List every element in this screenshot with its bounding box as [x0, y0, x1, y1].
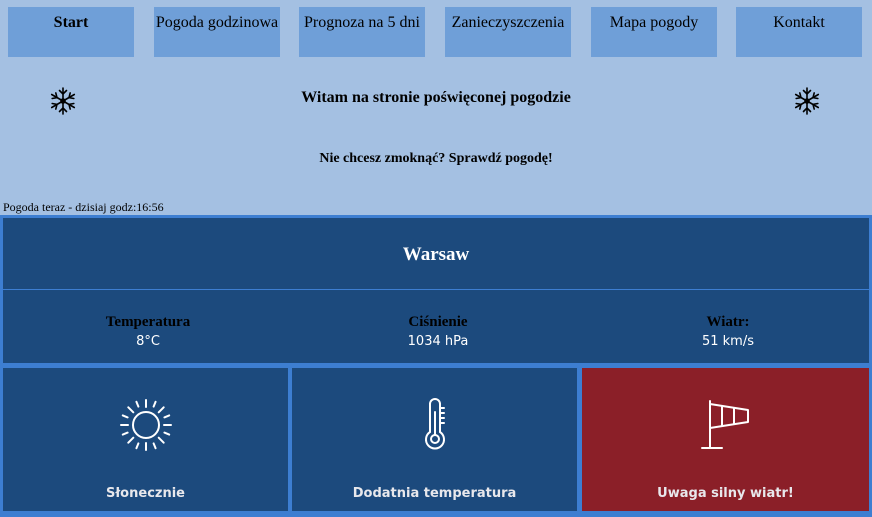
pressure-stat: Ciśnienie 1034 hPa — [293, 314, 583, 349]
sunny-label: Słonecznie — [106, 486, 185, 501]
nav-weather-map[interactable]: Mapa pogody — [591, 7, 717, 57]
wind-value: 51 km/s — [701, 334, 755, 349]
wind-stat: Wiatr: 51 km/s — [583, 314, 872, 349]
sunny-card: Słonecznie — [0, 365, 291, 514]
city-name: Warsaw — [402, 244, 470, 265]
temperature-label: Temperatura — [105, 314, 191, 330]
positive-temperature-card: Dodatnia temperatura — [289, 365, 580, 514]
strong-wind-warning-label: Uwaga silny wiatr! — [657, 486, 794, 501]
pressure-value: 1034 hPa — [407, 334, 469, 349]
positive-temperature-label: Dodatnia temperatura — [352, 486, 517, 501]
welcome-heading: Witam na stronie poświęconej pogodzie — [301, 89, 571, 106]
nav-contact[interactable]: Kontakt — [736, 7, 862, 57]
main-nav: Start Pogoda godzinowa Prognoza na 5 dni… — [0, 7, 872, 57]
nav-hourly-weather[interactable]: Pogoda godzinowa — [154, 7, 280, 57]
city-panel: Warsaw — [0, 215, 872, 292]
windsock-icon — [700, 400, 749, 449]
thermometer-icon — [424, 398, 445, 450]
sun-icon — [119, 399, 172, 451]
nav-start[interactable]: Start — [8, 7, 134, 57]
nav-pollution[interactable]: Zanieczyszczenia — [445, 7, 571, 57]
nav-5-day-forecast[interactable]: Prognoza na 5 dni — [299, 7, 425, 57]
current-time-label: Pogoda teraz - dzisiaj godz:16:56 — [3, 200, 164, 214]
strong-wind-warning-card: Uwaga silny wiatr! — [579, 365, 872, 514]
pressure-label: Ciśnienie — [408, 314, 468, 330]
temperature-value: 8°C — [136, 334, 160, 349]
temperature-stat: Temperatura 8°C — [3, 314, 293, 349]
stats-panel: Temperatura 8°C Ciśnienie 1034 hPa Wiatr… — [0, 290, 872, 366]
wind-label: Wiatr: — [706, 314, 750, 330]
tagline: Nie chcesz zmoknąć? Sprawdź pogodę! — [319, 151, 553, 166]
